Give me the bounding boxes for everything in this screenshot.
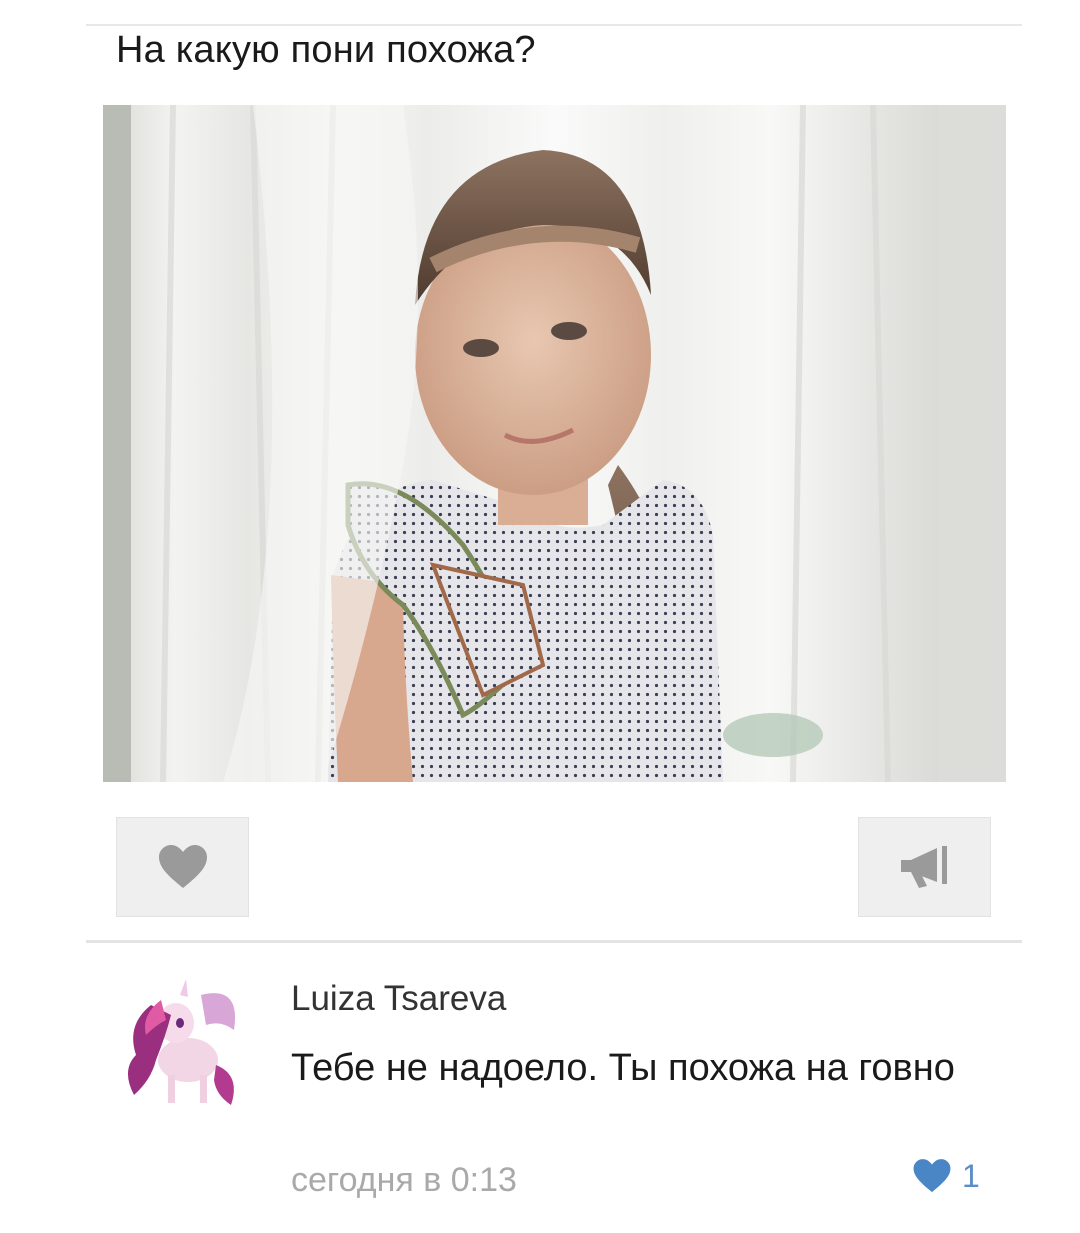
avatar[interactable] (116, 975, 246, 1115)
comment-like-count: 1 (962, 1157, 980, 1194)
post-title: На какую пони похожа? (116, 29, 536, 71)
post-card: На какую пони похожа? Luiza Tsareva Тебе… (0, 0, 1080, 1233)
comment-text: Тебе не надоело. Ты похожа на говно (291, 1047, 955, 1089)
comment-timestamp: сегодня в 0:13 (291, 1161, 517, 1199)
comment-like-button[interactable]: 1 (912, 1154, 980, 1198)
share-button[interactable] (858, 817, 991, 917)
like-button[interactable] (116, 817, 249, 917)
comment-author[interactable]: Luiza Tsareva (291, 976, 506, 1022)
megaphone-icon (900, 846, 947, 888)
heart-icon (158, 845, 207, 888)
comments-divider (86, 940, 1022, 943)
heart-icon (913, 1159, 951, 1193)
post-photo[interactable] (103, 105, 1006, 782)
